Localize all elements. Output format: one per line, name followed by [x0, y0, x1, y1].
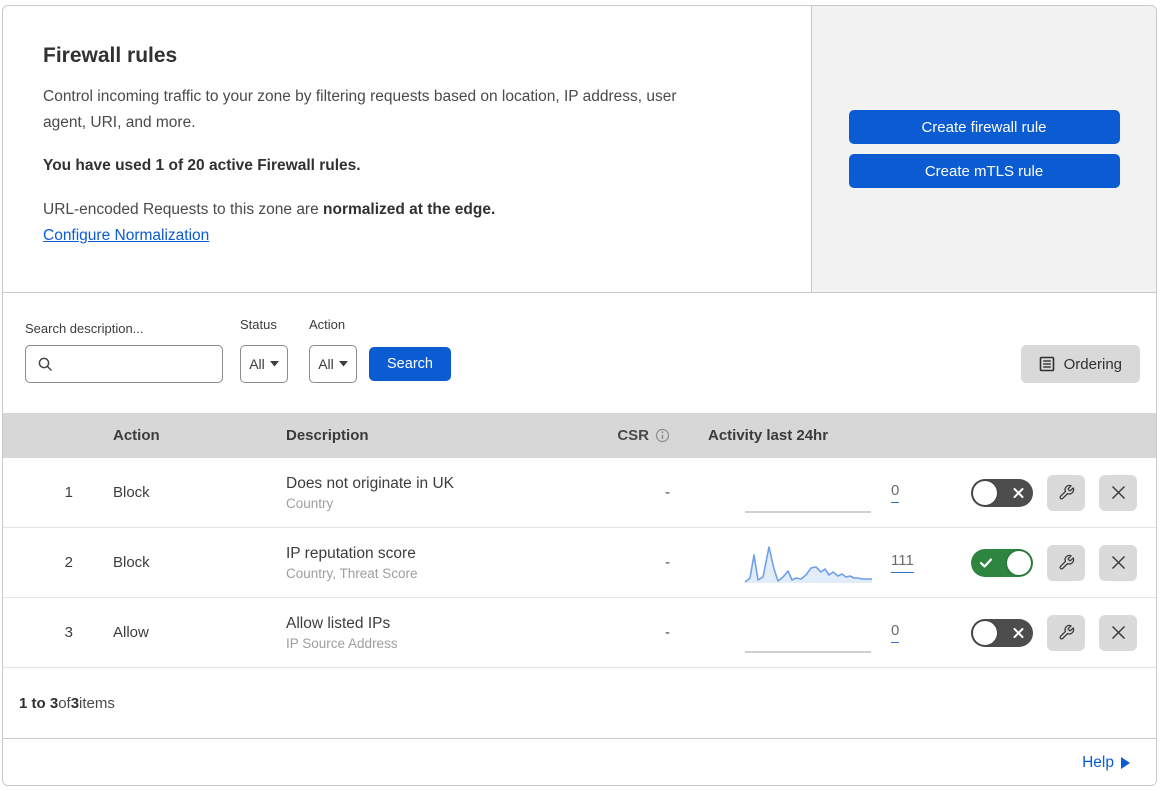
pagination-summary: 1 to 3 of 3 items: [3, 668, 1156, 738]
status-filter-value: All: [249, 356, 265, 372]
column-header-csr: CSR: [563, 427, 678, 444]
help-link[interactable]: Help: [1082, 754, 1114, 772]
rule-description-cell: Does not originate in UK Country: [243, 475, 563, 511]
header-section: Firewall rules Control incoming traffic …: [3, 6, 1156, 293]
ordering-button[interactable]: Ordering: [1020, 345, 1140, 383]
rule-priority: 1: [64, 484, 73, 501]
toggle-off-x-icon: [1013, 487, 1024, 498]
configure-normalization-link[interactable]: Configure Normalization: [43, 227, 209, 244]
toggle-knob: [973, 480, 997, 505]
rule-enabled-toggle[interactable]: [971, 478, 1033, 507]
items-of: of: [58, 694, 71, 712]
page-title: Firewall rules: [43, 44, 178, 67]
chevron-down-icon: [338, 361, 348, 367]
page-description: Control incoming traffic to your zone by…: [43, 88, 677, 131]
header-actions-panel: Create firewall rule Create mTLS rule: [812, 6, 1156, 292]
help-bar: Help: [3, 738, 1156, 785]
rule-description: IP reputation score: [286, 544, 416, 562]
rule-controls: [933, 474, 1156, 511]
rule-fields: Country: [286, 495, 334, 511]
search-input-wrapper[interactable]: [25, 345, 242, 383]
toggle-on-check-icon: [980, 557, 992, 568]
wrench-icon: [1058, 484, 1075, 501]
normalization-note-prefix: URL-encoded Requests to this zone are: [43, 201, 324, 219]
rule-description: Does not originate in UK: [286, 474, 455, 492]
search-button[interactable]: Search: [369, 347, 451, 381]
activity-count-link[interactable]: 0: [891, 482, 900, 503]
rule-action: Block: [113, 554, 150, 571]
rule-controls: [933, 614, 1156, 651]
status-filter-label: Status: [240, 317, 277, 332]
chevron-down-icon: [269, 361, 279, 367]
firewall-rules-card: Firewall rules Control incoming traffic …: [2, 5, 1157, 786]
rule-fields: IP Source Address: [286, 635, 398, 651]
activity-sparkline: [744, 545, 872, 583]
rule-activity-cell: 111: [678, 542, 933, 584]
activity-sparkline-flat: [745, 650, 871, 653]
rule-priority: 3: [64, 624, 73, 641]
rule-csr: -: [665, 624, 670, 641]
close-icon: [1111, 485, 1126, 500]
status-filter-dropdown[interactable]: All: [240, 345, 288, 383]
rule-priority: 2: [64, 554, 73, 571]
wrench-icon: [1058, 554, 1075, 571]
rule-enabled-toggle[interactable]: [971, 548, 1033, 577]
rule-action: Block: [113, 484, 150, 501]
search-icon: [37, 356, 53, 372]
edit-rule-button[interactable]: [1047, 544, 1085, 581]
header-text-area: Firewall rules Control incoming traffic …: [3, 6, 812, 292]
wrench-icon: [1058, 624, 1075, 641]
normalization-note: URL-encoded Requests to this zone are no…: [43, 201, 771, 219]
rule-action: Allow: [113, 624, 149, 641]
delete-rule-button[interactable]: [1099, 474, 1137, 511]
edit-rule-button[interactable]: [1047, 474, 1085, 511]
create-mtls-rule-button[interactable]: Create mTLS rule: [848, 154, 1120, 188]
toggle-knob: [973, 620, 997, 645]
rule-controls: [933, 544, 1156, 581]
usage-summary: You have used 1 of 20 active Firewall ru…: [43, 157, 361, 175]
edit-rule-button[interactable]: [1047, 614, 1085, 651]
help-arrow-icon: [1121, 757, 1130, 769]
delete-rule-button[interactable]: [1099, 614, 1137, 651]
ordering-list-icon: [1039, 356, 1055, 372]
search-input[interactable]: [61, 356, 242, 372]
close-icon: [1111, 555, 1126, 570]
search-label: Search description...: [25, 321, 144, 336]
rule-description: Allow listed IPs: [286, 614, 391, 632]
close-icon: [1111, 625, 1126, 640]
column-header-activity: Activity last 24hr: [708, 427, 829, 444]
table-row: 1 Block Does not originate in UK Country…: [3, 458, 1156, 528]
rule-enabled-toggle[interactable]: [971, 618, 1033, 647]
action-filter-dropdown[interactable]: All: [309, 345, 357, 383]
action-filter-label: Action: [309, 317, 346, 332]
items-range: 1 to 3: [19, 694, 59, 712]
rule-description-cell: IP reputation score Country, Threat Scor…: [243, 545, 563, 581]
column-header-description: Description: [286, 427, 369, 444]
rule-csr: -: [665, 554, 670, 571]
rule-description-cell: Allow listed IPs IP Source Address: [243, 615, 563, 651]
rule-csr: -: [665, 484, 670, 501]
csr-header-label: CSR: [617, 427, 649, 444]
table-row: 2 Block IP reputation score Country, Thr…: [3, 528, 1156, 598]
toggle-off-x-icon: [1013, 627, 1024, 638]
activity-sparkline-flat: [745, 510, 871, 513]
column-header-action: Action: [113, 427, 160, 444]
activity-count-link[interactable]: 111: [891, 552, 914, 573]
rule-activity-cell: 0: [678, 612, 933, 654]
items-total: 3: [70, 694, 80, 712]
action-filter-value: All: [318, 356, 334, 372]
filter-bar: Search description... Status All Action …: [3, 293, 1156, 413]
rule-fields: Country, Threat Score: [286, 565, 418, 581]
create-firewall-rule-button[interactable]: Create firewall rule: [848, 110, 1120, 144]
items-word: items: [79, 694, 115, 712]
activity-count-link[interactable]: 0: [891, 622, 900, 643]
rule-activity-cell: 0: [678, 472, 933, 514]
info-icon[interactable]: [655, 428, 670, 443]
table-row: 3 Allow Allow listed IPs IP Source Addre…: [3, 598, 1156, 668]
ordering-button-label: Ordering: [1063, 355, 1122, 373]
normalization-note-bold: normalized at the edge.: [323, 201, 496, 219]
toggle-knob: [1007, 550, 1031, 575]
table-header-row: Action Description CSR Activity last 24h…: [3, 413, 1156, 458]
delete-rule-button[interactable]: [1099, 544, 1137, 581]
